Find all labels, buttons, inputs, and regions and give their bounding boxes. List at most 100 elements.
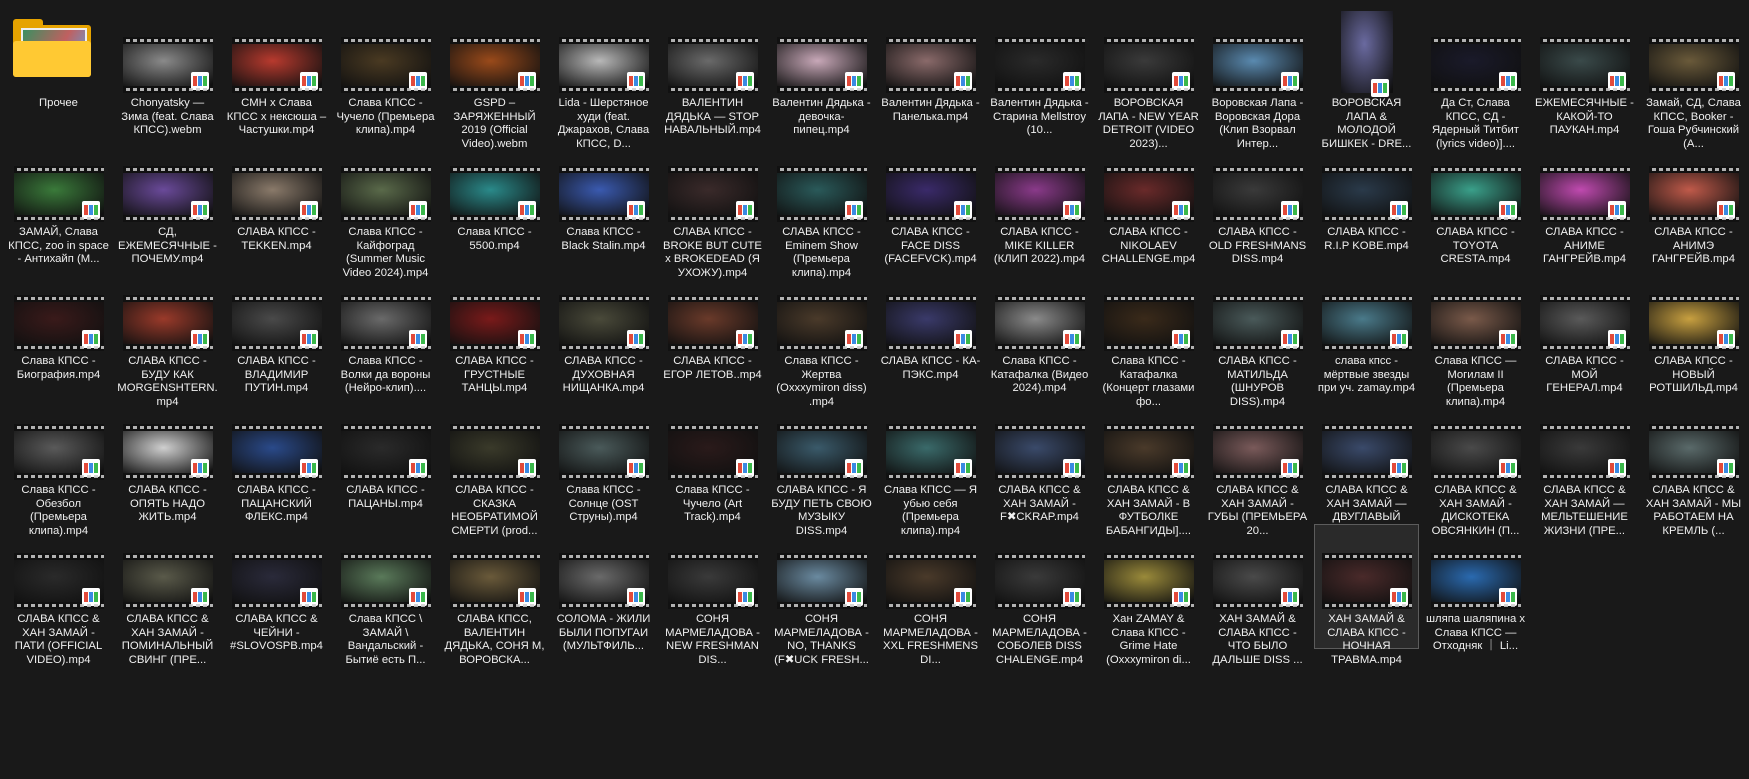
video-file-item[interactable]: СЛАВА КПСС - БУДУ КАК MORGENSHTERN.mp4: [115, 266, 220, 408]
video-file-item[interactable]: Слава КПСС — Могилам II (Премьера клипа)…: [1423, 266, 1528, 408]
video-file-item[interactable]: СЛАВА КПСС & ХАН ЗАМАЙ - F✖CKRAP.mp4: [987, 395, 1092, 523]
video-file-item[interactable]: Lida - Шерстяное худи (feat. Джарахов, С…: [551, 8, 656, 150]
thumbnail-area: [116, 267, 219, 351]
video-file-item[interactable]: Слава КПСС - 5500.mp4: [442, 137, 547, 262]
video-file-item[interactable]: СЛАВА КПСС & ХАН ЗАМАЙ — МЕЛЬТЕШЕНИЕ ЖИЗ…: [1532, 395, 1637, 537]
video-file-item[interactable]: Слава КПСС - Чучело (Art Track).mp4: [660, 395, 765, 523]
video-file-item[interactable]: Chonyatsky — Зима (feat. Слава КПСС).web…: [115, 8, 220, 136]
video-file-item[interactable]: Слава КПСС - Жертва (Oxxxymiron diss) .m…: [769, 266, 874, 408]
video-thumbnail: [13, 424, 104, 480]
video-thumbnail: [1321, 424, 1412, 480]
video-file-item[interactable]: СЛАВА КПСС - OLD FRESHMANS DISS.mp4: [1205, 137, 1310, 265]
video-file-item[interactable]: СОНЯ МАРМЕЛАДОВА - NO, THANKS (F✖UCK FRE…: [769, 524, 874, 666]
video-file-item[interactable]: СЛАВА КПСС - ПАЦАНЫ.mp4: [333, 395, 438, 520]
video-file-item[interactable]: СОНЯ МАРМЕЛАДОВА - XXL FRESHMENS DI...: [878, 524, 983, 666]
video-file-item[interactable]: Слава КПСС \ ЗАМАЙ \ Вандальский - Бытиё…: [333, 524, 438, 666]
video-file-item[interactable]: Слава КПСС — Я убью себя (Премьера клипа…: [878, 395, 983, 537]
video-file-item[interactable]: Слава КПСС - Кайфоград (Summer Music Vid…: [333, 137, 438, 279]
video-file-item[interactable]: СЛАВА КПСС & ХАН ЗАМАЙ - МЫ РАБОТАЕМ НА …: [1641, 395, 1746, 537]
video-thumbnail: [776, 295, 867, 351]
video-file-item[interactable]: СЛАВА КПСС - МАТИЛЬДА (ШНУРОВ DISS).mp4: [1205, 266, 1310, 408]
video-file-item[interactable]: Слава КПСС - Солнце (OST Струны).mp4: [551, 395, 656, 523]
video-file-item[interactable]: СЛАВА КПСС - R.I.P KOBE.mp4: [1314, 137, 1419, 262]
video-file-item[interactable]: СЛАВА КПСС - КА-ПЭКС.mp4: [878, 266, 983, 391]
video-file-item[interactable]: СЛАВА КПСС - ЕГОР ЛЕТОВ..mp4: [660, 266, 765, 391]
video-file-item[interactable]: ХАН ЗАМАЙ & СЛАВА КПСС - ЧТО БЫЛО ДАЛЬШЕ…: [1205, 524, 1310, 666]
video-thumbnail: [1430, 37, 1521, 93]
video-file-item[interactable]: СЛАВА КПСС - АНИМЭ ГАНГРЕЙВ.mp4: [1641, 137, 1746, 265]
video-file-item[interactable]: ЕЖЕМЕСЯЧНЫЕ - КАКОЙ-ТО ПАУКАН.mp4: [1532, 8, 1637, 136]
file-name-label: СЛАВА КПСС - ПАЦАНЫ.mp4: [346, 484, 425, 510]
video-file-item[interactable]: Хан ZAMAY & Слава КПСС - Grime Hate (Oxx…: [1096, 524, 1201, 666]
video-file-item[interactable]: СЛАВА КПСС & ХАН ЗАМАЙ - ПАТИ (OFFICIAL …: [6, 524, 111, 666]
video-file-item[interactable]: Слава КПСС - Волки да вороны (Нейро-клип…: [333, 266, 438, 394]
video-file-item[interactable]: CMH x Слава КПСС x нексюша – Частушки.mp…: [224, 8, 329, 136]
video-file-item[interactable]: ВАЛЕНТИН ДЯДЬКА — STOP НАВАЛЬНЫЙ.mp4: [660, 8, 765, 136]
media-player-icon: [1498, 588, 1517, 606]
video-file-item[interactable]: СОЛОМА - ЖИЛИ БЫЛИ ПОПУГАИ (МУЛЬТФИЛЬ...: [551, 524, 656, 652]
video-thumbnail: [776, 553, 867, 609]
video-file-item[interactable]: СЛАВА КПСС - FACE DISS (FACEFVCK).mp4: [878, 137, 983, 265]
video-file-item[interactable]: ЗАМАЙ, Слава КПСС, zoo in space - Антиха…: [6, 137, 111, 265]
video-file-item[interactable]: ВОРОВСКАЯ ЛАПА - NEW YEAR DETROIT (VIDEO…: [1096, 8, 1201, 150]
video-file-item[interactable]: СЛАВА КПСС - NIKOLAEV CHALLENGE.mp4: [1096, 137, 1201, 265]
video-file-item[interactable]: СОНЯ МАРМЕЛАДОВА - СОБОЛЕВ DISS CHALENGE…: [987, 524, 1092, 666]
video-file-item[interactable]: СЛАВА КПСС & ХАН ЗАМАЙ - ГУБЫ (ПРЕМЬЕРА …: [1205, 395, 1310, 537]
video-file-item[interactable]: СЛАВА КПСС - MIKE KILLER (КЛИП 2022).mp4: [987, 137, 1092, 265]
video-file-item[interactable]: Замай, СД, Слава КПСС, Booker - Гоша Руб…: [1641, 8, 1746, 150]
video-file-item[interactable]: СЛАВА КПСС - СКАЗКА НЕОБРАТИМОЙ СМЕРТИ (…: [442, 395, 547, 537]
video-file-item[interactable]: ВОРОВСКАЯ ЛАПА & МОЛОДОЙ БИШКЕК - DRE...: [1314, 8, 1419, 150]
media-player-icon: [735, 201, 754, 219]
video-file-item[interactable]: СЛАВА КПСС & ХАН ЗАМАЙ — ДВУГЛАВЫЙ ОРЁЛ …: [1314, 395, 1419, 537]
video-file-item[interactable]: Слава КПСС - Чучело (Премьера клипа).mp4: [333, 8, 438, 136]
video-thumbnail: [1212, 166, 1303, 222]
video-file-item[interactable]: СЛАВА КПСС - Я БУДУ ПЕТЬ СВОЮ МУЗЫКУ DIS…: [769, 395, 874, 537]
video-file-item[interactable]: Воровская Лапа - Воровская Дора (Клип Вз…: [1205, 8, 1310, 150]
video-file-item[interactable]: СЛАВА КПСС - Eminem Show (Премьера клипа…: [769, 137, 874, 279]
video-file-item[interactable]: СЛАВА КПСС - ДУХОВНАЯ НИЩАНКА.mp4: [551, 266, 656, 394]
video-file-item[interactable]: СЛАВА КПСС & ХАН ЗАМАЙ - ДИСКОТЕКА ОВСЯН…: [1423, 395, 1528, 537]
video-file-item[interactable]: СОНЯ МАРМЕЛАДОВА - NEW FRESHMAN DIS...: [660, 524, 765, 666]
file-name-label: СЛАВА КПСС - R.I.P KOBE.mp4: [1324, 226, 1409, 252]
video-file-item[interactable]: СЛАВА КПСС - МОЙ ГЕНЕРАЛ.mp4: [1532, 266, 1637, 394]
video-file-item[interactable]: слава кпсс - мёртвые звезды при уч. zama…: [1314, 266, 1419, 394]
video-file-item[interactable]: СД, ЕЖЕМЕСЯЧНЫЕ - ПОЧЕМУ.mp4: [115, 137, 220, 265]
video-file-item[interactable]: СЛАВА КПСС & ХАН ЗАМАЙ - В ФУТБОЛКЕ БАБА…: [1096, 395, 1201, 537]
video-file-item[interactable]: СЛАВА КПСС - ГРУСТНЫЕ ТАНЦЫ.mp4: [442, 266, 547, 394]
video-file-item[interactable]: Слава КПСС - Катафалка (Концерт глазами …: [1096, 266, 1201, 408]
media-player-icon: [1171, 588, 1190, 606]
video-file-item[interactable]: Слава КПСС - Обезбол (Премьера клипа).mp…: [6, 395, 111, 537]
video-file-item[interactable]: Валентин Дядька - девочка-пипец.mp4: [769, 8, 874, 136]
thumbnail-area: [1424, 9, 1527, 93]
video-file-item[interactable]: СЛАВА КПСС - АНИМЕ ГАНГРЕЙВ.mp4: [1532, 137, 1637, 265]
file-name-label: СЛАВА КПСС - TOYOTA CRESTA.mp4: [1436, 226, 1515, 265]
video-file-item[interactable]: Да Ст, Слава КПСС, СД - Ядерный Титбит (…: [1423, 8, 1528, 150]
video-file-item[interactable]: СЛАВА КПСС - ОПЯТЬ НАДО ЖИТЬ.mp4: [115, 395, 220, 523]
video-file-item[interactable]: шляпа шаляпина х Слава КПСС — Отходняк ｜…: [1423, 524, 1528, 652]
video-file-item[interactable]: Слава КПСС - Катафалка (Видео 2024).mp4: [987, 266, 1092, 394]
video-file-item[interactable]: Слава КПСС - Биография.mp4: [6, 266, 111, 391]
video-thumbnail: [1103, 553, 1194, 609]
video-file-item[interactable]: СЛАВА КПСС - TEKKEN.mp4: [224, 137, 329, 262]
video-file-item[interactable]: СЛАВА КПСС - TOYOTA CRESTA.mp4: [1423, 137, 1528, 265]
video-file-item[interactable]: СЛАВА КПСС, ВАЛЕНТИН ДЯДЬКА, СОНЯ М, ВОР…: [442, 524, 547, 666]
video-file-item[interactable]: Валентин Дядька - Панелька.mp4: [878, 8, 983, 133]
folder-item[interactable]: Прочее: [6, 8, 111, 133]
video-file-item[interactable]: СЛАВА КПСС - BROKE BUT CUTE x BROKEDEAD …: [660, 137, 765, 279]
thumbnail-area: [552, 396, 655, 480]
video-thumbnail: [1212, 424, 1303, 480]
thumbnail-area: [1097, 267, 1200, 351]
video-file-item[interactable]: ХАН ЗАМАЙ & СЛАВА КПСС - НОЧНАЯ ТРАВМА.m…: [1314, 524, 1419, 666]
video-thumbnail: [231, 424, 322, 480]
video-file-item[interactable]: GSPD – ЗАРЯЖЕННЫЙ 2019 (Official Video).…: [442, 8, 547, 150]
video-file-item[interactable]: Валентин Дядька - Старина Mellstroy (10.…: [987, 8, 1092, 136]
video-file-item[interactable]: СЛАВА КПСС - НОВЫЙ РОТШИЛЬД.mp4: [1641, 266, 1746, 394]
video-file-item[interactable]: СЛАВА КПСС - ПАЦАНСКИЙ ФЛЕКС.mp4: [224, 395, 329, 523]
video-file-item[interactable]: Слава КПСС - Black Stalin.mp4: [551, 137, 656, 262]
video-file-item[interactable]: СЛАВА КПСС & ХАН ЗАМАЙ - ПОМИНАЛЬНЫЙ СВИ…: [115, 524, 220, 666]
video-file-item[interactable]: СЛАВА КПСС & ЧЕЙНИ - #SLOVOSPB.mp4: [224, 524, 329, 652]
thumbnail-area: [443, 267, 546, 351]
file-name-label: СОЛОМА - ЖИЛИ БЫЛИ ПОПУГАИ (МУЛЬТФИЛЬ...: [556, 613, 651, 652]
video-file-item[interactable]: СЛАВА КПСС - ВЛАДИМИР ПУТИН.mp4: [224, 266, 329, 394]
thumbnail-area: [225, 267, 328, 351]
